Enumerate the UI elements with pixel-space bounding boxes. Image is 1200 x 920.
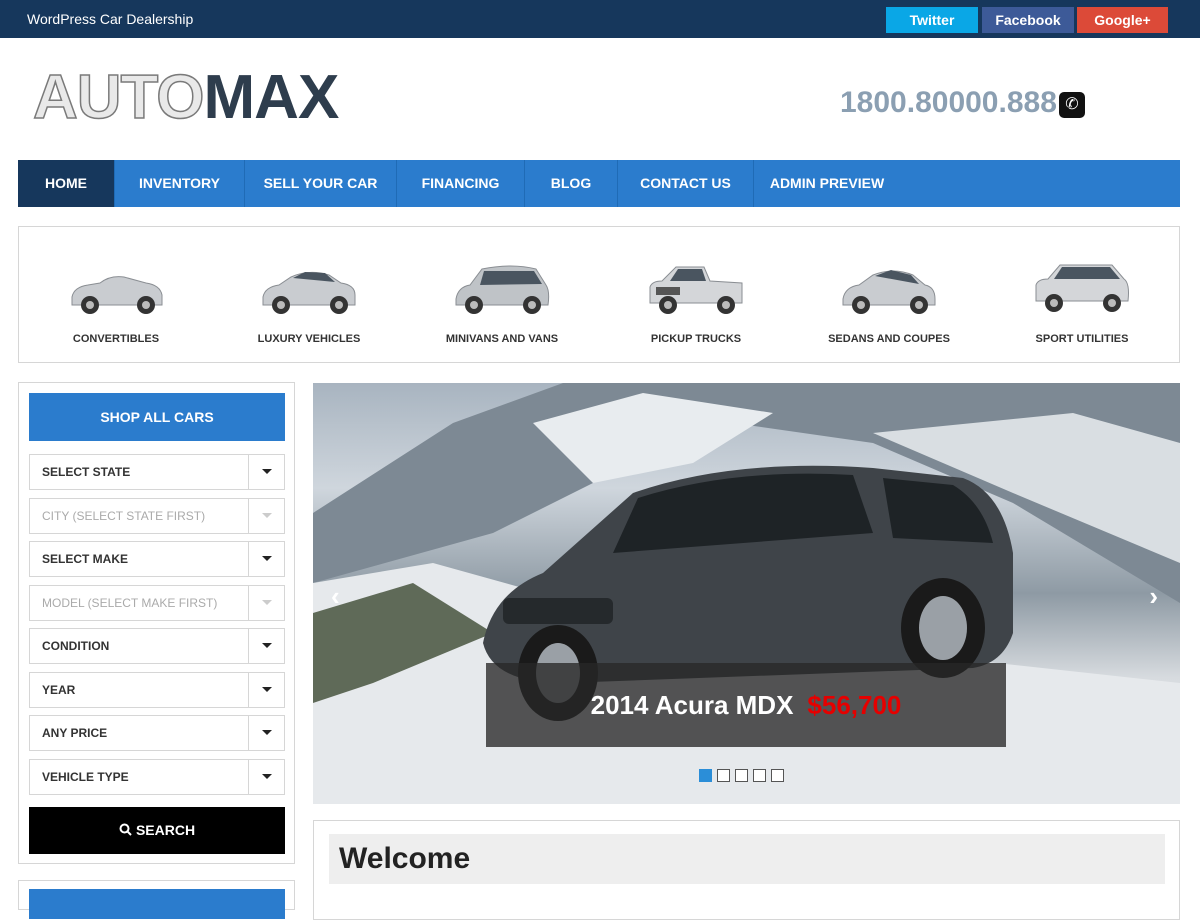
category-pickup-trucks[interactable]: PICKUP TRUCKS (616, 257, 776, 345)
select-state-dropdown[interactable]: SELECT STATE (29, 454, 285, 490)
select-model-dropdown[interactable]: MODEL (SELECT MAKE FIRST) (29, 585, 285, 621)
slide-caption[interactable]: 2014 Acura MDX $56,700 (486, 663, 1006, 747)
nav-admin-preview[interactable]: ADMIN PREVIEW (754, 160, 900, 207)
chevron-down-icon (248, 586, 284, 620)
search-button[interactable]: SEARCH (29, 807, 285, 854)
select-vehicle-type-dropdown[interactable]: VEHICLE TYPE (29, 759, 285, 795)
slide-vehicle-name: 2014 Acura MDX (590, 690, 794, 720)
select-value: MODEL (SELECT MAKE FIRST) (42, 596, 218, 610)
category-convertibles[interactable]: CONVERTIBLES (36, 257, 196, 345)
slider-dot-3[interactable] (735, 769, 748, 782)
logo-part-max: MAX (203, 63, 340, 132)
category-minivans[interactable]: MINIVANS AND VANS (422, 257, 582, 345)
slider-dot-5[interactable] (771, 769, 784, 782)
convertible-car-icon (71, 276, 163, 314)
category-label: MINIVANS AND VANS (445, 333, 559, 345)
chevron-down-icon (248, 673, 284, 707)
google-plus-button[interactable]: Google+ (1077, 7, 1168, 33)
chevron-down-icon (248, 760, 284, 794)
select-city-dropdown[interactable]: CITY (SELECT STATE FIRST) (29, 498, 285, 534)
category-sedans[interactable]: SEDANS AND COUPES (809, 257, 969, 345)
secondary-sidebar-widget (18, 880, 295, 919)
nav-financing[interactable]: FINANCING (397, 160, 525, 207)
select-condition-dropdown[interactable]: CONDITION (29, 628, 285, 664)
select-price-dropdown[interactable]: ANY PRICE (29, 715, 285, 751)
chevron-down-icon (248, 542, 284, 576)
welcome-heading: Welcome (329, 834, 1165, 884)
slider-dot-4[interactable] (753, 769, 766, 782)
slide-vehicle-price: $56,700 (807, 690, 902, 720)
category-label: CONVERTIBLES (72, 333, 160, 345)
slider-dot-1[interactable] (699, 769, 712, 782)
facebook-button[interactable]: Facebook (982, 7, 1074, 33)
slider-prev-arrow[interactable]: ‹ (331, 581, 340, 612)
phone-icon: ✆ (1059, 92, 1085, 118)
chevron-down-icon (248, 455, 284, 489)
category-label: SEDANS AND COUPES (828, 333, 950, 345)
select-value: VEHICLE TYPE (42, 770, 129, 784)
top-bar: WordPress Car Dealership Twitter Faceboo… (0, 0, 1200, 38)
main-navigation: HOME INVENTORY SELL YOUR CAR FINANCING B… (18, 160, 1180, 207)
select-value: YEAR (42, 683, 76, 697)
secondary-widget-header (29, 889, 285, 919)
luxury-car-icon (262, 271, 356, 314)
minivan-icon (455, 265, 550, 314)
select-make-dropdown[interactable]: SELECT MAKE (29, 541, 285, 577)
category-label: PICKUP TRUCKS (650, 333, 742, 345)
site-logo[interactable]: AUTOMAX (32, 66, 339, 130)
pickup-truck-icon (649, 266, 743, 314)
category-label: LUXURY VEHICLES (257, 333, 361, 345)
category-sport-utilities[interactable]: SPORT UTILITIES (1002, 257, 1162, 345)
category-luxury-vehicles[interactable]: LUXURY VEHICLES (229, 257, 389, 345)
nav-blog[interactable]: BLOG (525, 160, 618, 207)
select-year-dropdown[interactable]: YEAR (29, 672, 285, 708)
select-value: SELECT MAKE (42, 552, 129, 566)
slider-pagination (699, 769, 784, 782)
sedan-icon (842, 270, 936, 314)
search-icon (119, 823, 132, 836)
select-value: CITY (SELECT STATE FIRST) (42, 509, 206, 523)
search-sidebar: SHOP ALL CARS SELECT STATE CITY (SELECT … (18, 382, 295, 864)
featured-slider[interactable]: ‹ › 2014 Acura MDX $56,700 (313, 383, 1180, 804)
nav-contact-us[interactable]: CONTACT US (618, 160, 754, 207)
phone-number: 1800.80000.888 (840, 86, 1057, 119)
nav-home[interactable]: HOME (18, 160, 115, 207)
logo-part-auto: AUTO (32, 63, 205, 132)
select-value: CONDITION (42, 639, 110, 653)
slider-next-arrow[interactable]: › (1149, 581, 1158, 612)
chevron-down-icon (248, 499, 284, 533)
slider-dot-2[interactable] (717, 769, 730, 782)
site-tagline: WordPress Car Dealership (27, 11, 194, 27)
suv-icon (1035, 264, 1129, 312)
welcome-section: Welcome (313, 820, 1180, 920)
search-label: SEARCH (135, 822, 196, 838)
nav-inventory[interactable]: INVENTORY (115, 160, 245, 207)
category-label: SPORT UTILITIES (1035, 333, 1129, 345)
select-value: SELECT STATE (42, 465, 131, 479)
nav-sell-your-car[interactable]: SELL YOUR CAR (245, 160, 397, 207)
category-strip: CONVERTIBLES LUXURY VEHICLES MINIVANS AN… (18, 226, 1180, 363)
chevron-down-icon (248, 629, 284, 663)
shop-all-cars-button[interactable]: SHOP ALL CARS (29, 393, 285, 441)
select-value: ANY PRICE (42, 726, 108, 740)
chevron-down-icon (248, 716, 284, 750)
twitter-button[interactable]: Twitter (886, 7, 978, 33)
